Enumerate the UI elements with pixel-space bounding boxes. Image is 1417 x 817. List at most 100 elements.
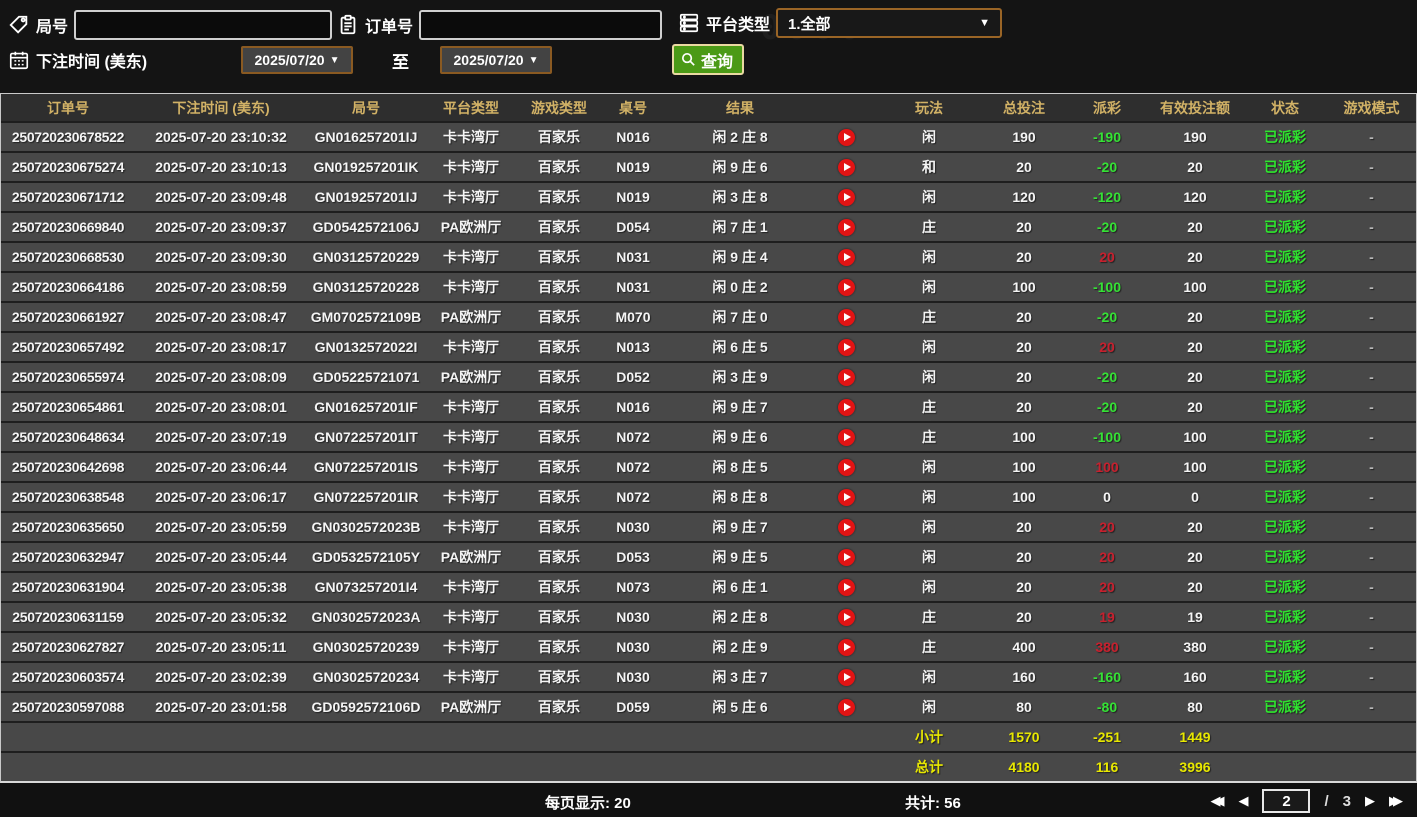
platform-cell: 卡卡湾厅 xyxy=(443,279,499,295)
game-type-cell: 百家乐 xyxy=(538,669,580,685)
play-video-icon[interactable] xyxy=(837,488,855,506)
game-number-input[interactable] xyxy=(74,10,333,40)
table-number-cell: D059 xyxy=(616,699,650,715)
status-cell: 已派彩 xyxy=(1264,489,1306,505)
bet-records-table: 订单号 下注时间 (美东) 局号 平台类型 游戏类型 桌号 结果 玩法 总投注 派彩 有效投注额 状态… xyxy=(0,93,1417,783)
subtotal-row: 小计 1570 -251 1449 xyxy=(1,721,1416,751)
total-bet-cell: 80 xyxy=(1016,699,1032,715)
game-number-cell: GN0302572023B xyxy=(311,519,421,535)
game-number-cell: GN073257201I4 xyxy=(314,579,418,595)
play-video-icon[interactable] xyxy=(837,548,855,566)
bet-time-cell: 2025-07-20 23:09:37 xyxy=(155,219,287,235)
status-cell: 已派彩 xyxy=(1264,249,1306,265)
play-video-icon[interactable] xyxy=(837,368,855,386)
valid-bet-cell: 100 xyxy=(1183,279,1207,295)
date-from-picker[interactable]: 2025/07/20 ▼ xyxy=(241,46,353,74)
play-cell xyxy=(815,158,877,176)
next-page-icon[interactable]: ▶ xyxy=(1365,788,1375,814)
game-type-cell: 百家乐 xyxy=(538,309,580,325)
game-mode-cell: - xyxy=(1369,369,1374,385)
order-number-cell: 250720230661927 xyxy=(11,309,125,325)
play-video-icon[interactable] xyxy=(837,338,855,356)
current-page-input[interactable]: 2 xyxy=(1262,789,1311,813)
play-video-icon[interactable] xyxy=(837,398,855,416)
payout-cell: -100 xyxy=(1092,429,1122,445)
play-cell xyxy=(815,398,877,416)
chevron-down-icon: ▼ xyxy=(329,54,340,66)
play-video-icon[interactable] xyxy=(837,428,855,446)
game-number-filter: 局号 xyxy=(8,10,333,40)
play-cell xyxy=(815,638,877,656)
play-video-icon[interactable] xyxy=(837,308,855,326)
status-cell: 已派彩 xyxy=(1264,579,1306,595)
valid-bet-cell: 20 xyxy=(1187,219,1203,235)
payout-cell: -100 xyxy=(1092,279,1122,295)
table-number-cell: N031 xyxy=(616,279,650,295)
first-page-icon[interactable]: ◀◀ xyxy=(1210,788,1224,814)
payout-cell: -80 xyxy=(1096,699,1118,715)
order-number-cell: 250720230669840 xyxy=(11,219,125,235)
previous-page-icon[interactable]: ◀ xyxy=(1238,788,1248,814)
play-video-icon[interactable] xyxy=(837,188,855,206)
play-video-icon[interactable] xyxy=(837,218,855,236)
order-number-input[interactable] xyxy=(419,10,663,40)
play-video-icon[interactable] xyxy=(837,638,855,656)
play-video-icon[interactable] xyxy=(837,458,855,476)
platform-type-select[interactable]: 1.全部 ▼ xyxy=(776,8,1003,38)
play-video-icon[interactable] xyxy=(837,128,855,146)
bet-time-cell: 2025-07-20 23:06:44 xyxy=(155,459,287,475)
table-number-cell: N030 xyxy=(616,519,650,535)
play-video-icon[interactable] xyxy=(837,698,855,716)
valid-bet-cell: 20 xyxy=(1187,579,1203,595)
play-cell xyxy=(815,548,877,566)
status-cell: 已派彩 xyxy=(1264,699,1306,715)
table-row: 250720230632947 2025-07-20 23:05:44 GD0532… xyxy=(1,541,1416,571)
play-video-icon[interactable] xyxy=(837,278,855,296)
column-header: 游戏类型 xyxy=(531,99,587,116)
pager-controls: ◀◀ ◀ 2 / 3 ▶ ▶▶ xyxy=(1210,788,1403,814)
bet-type-cell: 闲 xyxy=(922,459,936,475)
play-cell xyxy=(815,488,877,506)
bet-time-cell: 2025-07-20 23:05:44 xyxy=(155,549,287,565)
platform-cell: 卡卡湾厅 xyxy=(443,189,499,205)
total-bet-cell: 100 xyxy=(1012,429,1036,445)
game-number-cell: GN072257201IR xyxy=(313,489,419,505)
valid-bet-cell: 20 xyxy=(1187,519,1203,535)
valid-bet-cell: 100 xyxy=(1183,429,1207,445)
bet-time-cell: 2025-07-20 23:08:17 xyxy=(155,339,287,355)
platform-type-value: 1.全部 xyxy=(788,15,831,33)
total-bet-cell: 120 xyxy=(1012,189,1036,205)
game-type-cell: 百家乐 xyxy=(538,369,580,385)
search-button[interactable]: 查询 xyxy=(672,44,745,75)
play-video-icon[interactable] xyxy=(837,158,855,176)
platform-cell: 卡卡湾厅 xyxy=(443,339,499,355)
play-video-icon[interactable] xyxy=(837,608,855,626)
game-number-cell: GD05225721071 xyxy=(312,369,420,385)
status-cell: 已派彩 xyxy=(1264,369,1306,385)
platform-cell: PA欧洲厅 xyxy=(440,219,502,235)
total-bet-cell: 20 xyxy=(1016,519,1032,535)
platform-cell: 卡卡湾厅 xyxy=(443,669,499,685)
game-type-cell: 百家乐 xyxy=(538,399,580,415)
chevron-down-icon: ▼ xyxy=(979,17,991,29)
game-type-cell: 百家乐 xyxy=(538,219,580,235)
play-cell xyxy=(815,128,877,146)
table-number-cell: D054 xyxy=(616,219,650,235)
game-type-cell: 百家乐 xyxy=(538,129,580,145)
date-to-picker[interactable]: 2025/07/20 ▼ xyxy=(440,46,552,74)
game-number-cell: GM0702572109B xyxy=(310,309,422,325)
bet-type-cell: 闲 xyxy=(922,699,936,715)
order-number-cell: 250720230648634 xyxy=(11,429,125,445)
play-video-icon[interactable] xyxy=(837,518,855,536)
last-page-icon[interactable]: ▶▶ xyxy=(1389,788,1403,814)
status-cell: 已派彩 xyxy=(1264,219,1306,235)
play-video-icon[interactable] xyxy=(837,668,855,686)
table-row: 250720230631159 2025-07-20 23:05:32 GN0302… xyxy=(1,601,1416,631)
bet-time-filter: 下注时间 (美东) xyxy=(8,48,147,72)
table-row: 250720230627827 2025-07-20 23:05:11 GN0302… xyxy=(1,631,1416,661)
play-video-icon[interactable] xyxy=(837,578,855,596)
platform-cell: 卡卡湾厅 xyxy=(443,489,499,505)
play-video-icon[interactable] xyxy=(837,248,855,266)
total-bet-cell: 20 xyxy=(1016,609,1032,625)
valid-bet-cell: 120 xyxy=(1183,189,1207,205)
